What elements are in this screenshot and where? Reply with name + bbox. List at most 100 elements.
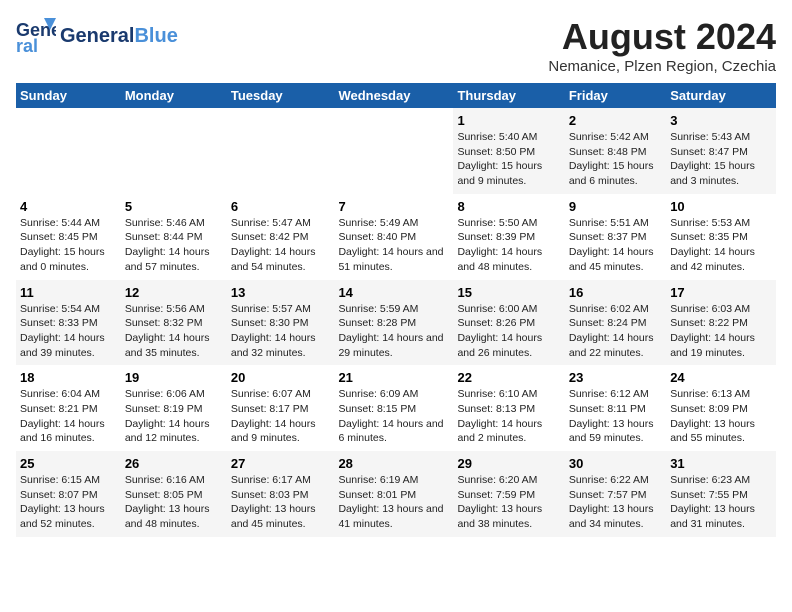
day-info: Sunrise: 5:42 AMSunset: 8:48 PMDaylight:… (569, 130, 662, 189)
day-number: 1 (457, 113, 560, 128)
calendar-cell: 10 Sunrise: 5:53 AMSunset: 8:35 PMDayligh… (666, 194, 776, 280)
day-number: 7 (338, 199, 449, 214)
calendar-cell: 4 Sunrise: 5:44 AMSunset: 8:45 PMDaylight… (16, 194, 121, 280)
calendar-cell: 13 Sunrise: 5:57 AMSunset: 8:30 PMDayligh… (227, 280, 335, 366)
day-info: Sunrise: 5:43 AMSunset: 8:47 PMDaylight:… (670, 130, 772, 189)
calendar-body: 1 Sunrise: 5:40 AMSunset: 8:50 PMDaylight… (16, 108, 776, 537)
day-info: Sunrise: 5:56 AMSunset: 8:32 PMDaylight:… (125, 302, 223, 361)
calendar-cell (334, 108, 453, 194)
day-number: 6 (231, 199, 331, 214)
day-number: 3 (670, 113, 772, 128)
column-header-sunday: Sunday (16, 83, 121, 108)
calendar-cell: 18 Sunrise: 6:04 AMSunset: 8:21 PMDayligh… (16, 365, 121, 451)
day-number: 23 (569, 370, 662, 385)
day-info: Sunrise: 6:07 AMSunset: 8:17 PMDaylight:… (231, 387, 331, 446)
calendar-cell: 29 Sunrise: 6:20 AMSunset: 7:59 PMDayligh… (453, 451, 564, 537)
calendar-cell: 8Sunrise: 5:50 AMSunset: 8:39 PMDaylight… (453, 194, 564, 280)
logo-text-container: GeneralBlue (60, 25, 178, 47)
day-info: Sunrise: 6:20 AMSunset: 7:59 PMDaylight:… (457, 473, 560, 532)
calendar-cell: 30Sunrise: 6:22 AMSunset: 7:57 PMDayligh… (565, 451, 666, 537)
calendar-header: SundayMondayTuesdayWednesdayThursdayFrid… (16, 83, 776, 108)
calendar-cell: 1 Sunrise: 5:40 AMSunset: 8:50 PMDaylight… (453, 108, 564, 194)
calendar-cell: 6 Sunrise: 5:47 AMSunset: 8:42 PMDaylight… (227, 194, 335, 280)
calendar-cell: 11 Sunrise: 5:54 AMSunset: 8:33 PMDayligh… (16, 280, 121, 366)
calendar-cell: 25Sunrise: 6:15 AMSunset: 8:07 PMDayligh… (16, 451, 121, 537)
calendar-cell: 9 Sunrise: 5:51 AMSunset: 8:37 PMDaylight… (565, 194, 666, 280)
day-info: Sunrise: 6:17 AMSunset: 8:03 PMDaylight:… (231, 473, 331, 532)
calendar-week-3: 11 Sunrise: 5:54 AMSunset: 8:33 PMDayligh… (16, 280, 776, 366)
calendar-cell: 26 Sunrise: 6:16 AMSunset: 8:05 PMDayligh… (121, 451, 227, 537)
day-info: Sunrise: 5:57 AMSunset: 8:30 PMDaylight:… (231, 302, 331, 361)
day-info: Sunrise: 5:54 AMSunset: 8:33 PMDaylight:… (20, 302, 117, 361)
calendar-cell: 21 Sunrise: 6:09 AMSunset: 8:15 PMDayligh… (334, 365, 453, 451)
header: Gene ral GeneralBlue August 2024 Nemanic… (16, 16, 776, 75)
page-subtitle: Nemanice, Plzen Region, Czechia (548, 58, 776, 75)
day-number: 8 (457, 199, 560, 214)
day-number: 24 (670, 370, 772, 385)
day-number: 31 (670, 456, 772, 471)
column-header-tuesday: Tuesday (227, 83, 335, 108)
calendar-cell: 19Sunrise: 6:06 AMSunset: 8:19 PMDayligh… (121, 365, 227, 451)
day-number: 11 (20, 285, 117, 300)
day-number: 17 (670, 285, 772, 300)
day-info: Sunrise: 6:02 AMSunset: 8:24 PMDaylight:… (569, 302, 662, 361)
day-number: 9 (569, 199, 662, 214)
day-number: 12 (125, 285, 223, 300)
calendar-cell: 14 Sunrise: 5:59 AMSunset: 8:28 PMDayligh… (334, 280, 453, 366)
day-number: 18 (20, 370, 117, 385)
calendar-week-5: 25Sunrise: 6:15 AMSunset: 8:07 PMDayligh… (16, 451, 776, 537)
day-info: Sunrise: 5:51 AMSunset: 8:37 PMDaylight:… (569, 216, 662, 275)
calendar-week-4: 18 Sunrise: 6:04 AMSunset: 8:21 PMDayligh… (16, 365, 776, 451)
day-info: Sunrise: 6:16 AMSunset: 8:05 PMDaylight:… (125, 473, 223, 532)
day-info: Sunrise: 5:49 AMSunset: 8:40 PMDaylight:… (338, 216, 449, 275)
day-info: Sunrise: 6:10 AMSunset: 8:13 PMDaylight:… (457, 387, 560, 446)
day-info: Sunrise: 5:44 AMSunset: 8:45 PMDaylight:… (20, 216, 117, 275)
day-number: 2 (569, 113, 662, 128)
day-number: 22 (457, 370, 560, 385)
day-info: Sunrise: 6:23 AMSunset: 7:55 PMDaylight:… (670, 473, 772, 532)
day-info: Sunrise: 6:09 AMSunset: 8:15 PMDaylight:… (338, 387, 449, 446)
day-number: 10 (670, 199, 772, 214)
day-number: 16 (569, 285, 662, 300)
day-number: 21 (338, 370, 449, 385)
day-info: Sunrise: 6:13 AMSunset: 8:09 PMDaylight:… (670, 387, 772, 446)
day-info: Sunrise: 5:59 AMSunset: 8:28 PMDaylight:… (338, 302, 449, 361)
header-row: SundayMondayTuesdayWednesdayThursdayFrid… (16, 83, 776, 108)
day-number: 19 (125, 370, 223, 385)
day-info: Sunrise: 6:00 AMSunset: 8:26 PMDaylight:… (457, 302, 560, 361)
column-header-monday: Monday (121, 83, 227, 108)
day-number: 5 (125, 199, 223, 214)
calendar-cell (227, 108, 335, 194)
day-info: Sunrise: 5:53 AMSunset: 8:35 PMDaylight:… (670, 216, 772, 275)
column-header-thursday: Thursday (453, 83, 564, 108)
day-info: Sunrise: 5:46 AMSunset: 8:44 PMDaylight:… (125, 216, 223, 275)
calendar-cell: 15 Sunrise: 6:00 AMSunset: 8:26 PMDayligh… (453, 280, 564, 366)
day-info: Sunrise: 5:47 AMSunset: 8:42 PMDaylight:… (231, 216, 331, 275)
calendar-cell: 23 Sunrise: 6:12 AMSunset: 8:11 PMDayligh… (565, 365, 666, 451)
day-number: 20 (231, 370, 331, 385)
day-number: 26 (125, 456, 223, 471)
logo-icon: Gene ral (16, 16, 56, 56)
calendar-week-1: 1 Sunrise: 5:40 AMSunset: 8:50 PMDaylight… (16, 108, 776, 194)
column-header-wednesday: Wednesday (334, 83, 453, 108)
title-area: August 2024 Nemanice, Plzen Region, Czec… (548, 16, 776, 75)
page-title: August 2024 (548, 16, 776, 58)
day-info: Sunrise: 6:04 AMSunset: 8:21 PMDaylight:… (20, 387, 117, 446)
column-header-saturday: Saturday (666, 83, 776, 108)
day-info: Sunrise: 5:40 AMSunset: 8:50 PMDaylight:… (457, 130, 560, 189)
day-number: 13 (231, 285, 331, 300)
calendar-cell: 7 Sunrise: 5:49 AMSunset: 8:40 PMDaylight… (334, 194, 453, 280)
calendar-week-2: 4 Sunrise: 5:44 AMSunset: 8:45 PMDaylight… (16, 194, 776, 280)
day-number: 4 (20, 199, 117, 214)
day-number: 15 (457, 285, 560, 300)
day-number: 29 (457, 456, 560, 471)
day-number: 30 (569, 456, 662, 471)
calendar-cell: 20 Sunrise: 6:07 AMSunset: 8:17 PMDayligh… (227, 365, 335, 451)
logo: Gene ral GeneralBlue (16, 16, 178, 56)
day-number: 27 (231, 456, 331, 471)
day-info: Sunrise: 6:12 AMSunset: 8:11 PMDaylight:… (569, 387, 662, 446)
logo-blue-text: Blue (134, 25, 177, 47)
calendar-cell: 3 Sunrise: 5:43 AMSunset: 8:47 PMDaylight… (666, 108, 776, 194)
column-header-friday: Friday (565, 83, 666, 108)
day-number: 14 (338, 285, 449, 300)
